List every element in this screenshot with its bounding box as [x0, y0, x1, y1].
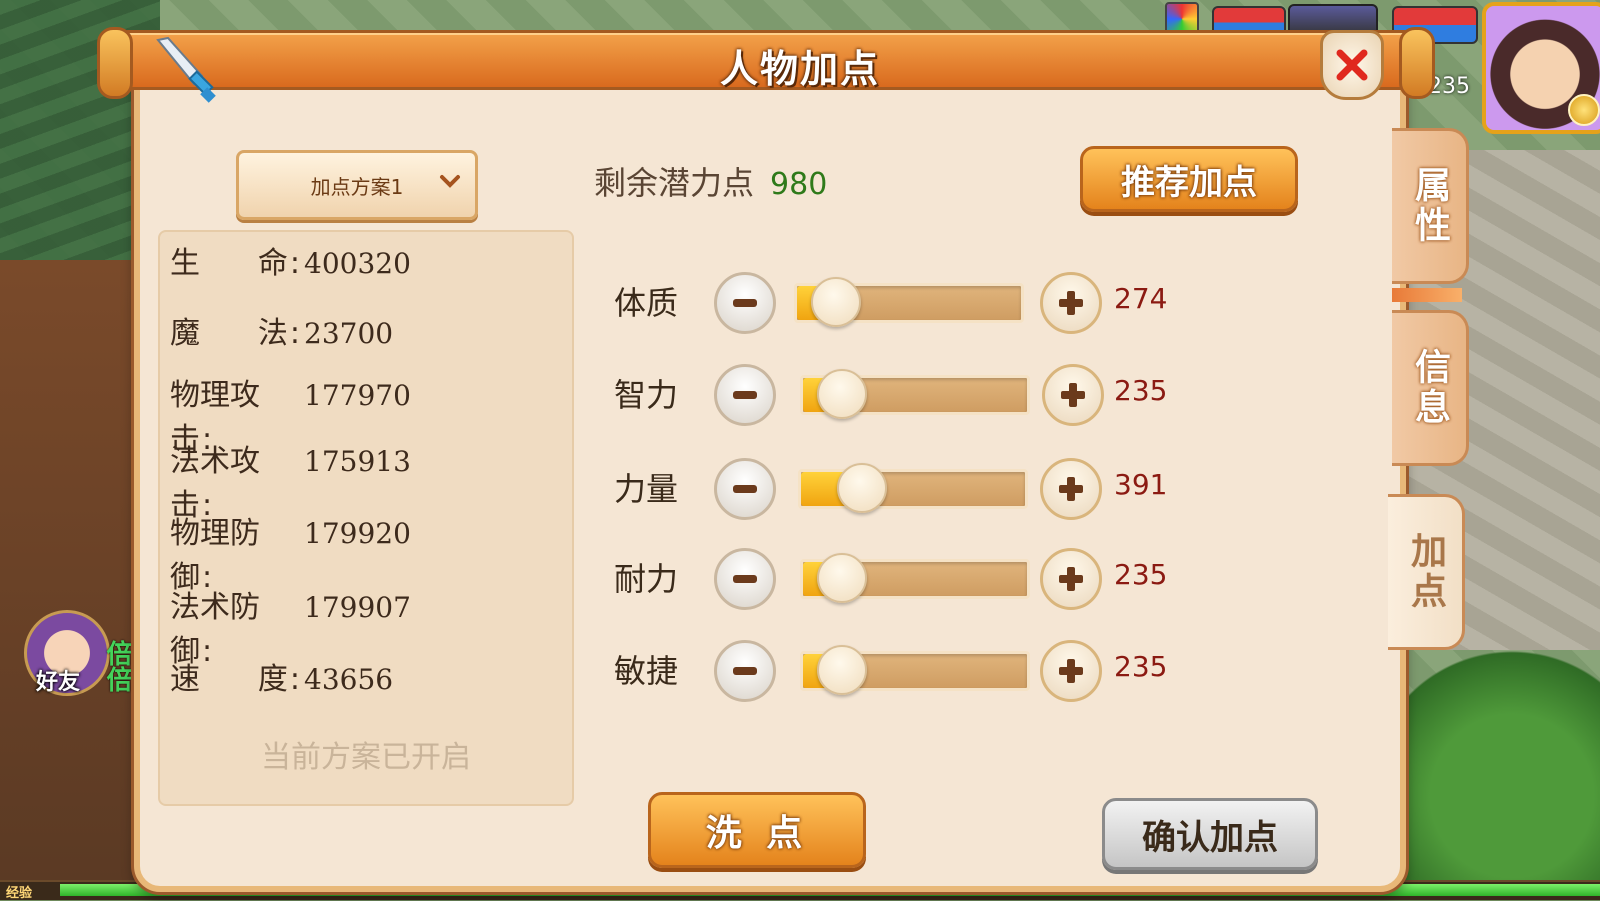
stat-row-speed: 速度: 43656 [170, 654, 393, 698]
attribute-value: 235 [1114, 650, 1168, 683]
stat-row-mp: 魔法: 23700 [170, 308, 393, 352]
plus-icon [1059, 567, 1083, 591]
attribute-value: 274 [1114, 282, 1168, 315]
potential-value: 980 [770, 167, 828, 202]
chevron-down-icon [440, 175, 460, 188]
exp-label: 经验 [6, 886, 33, 901]
stat-value: 177970 [304, 379, 411, 412]
increase-button[interactable] [1042, 364, 1104, 426]
close-icon [1336, 49, 1368, 81]
tab-label: 属性 [1409, 166, 1450, 246]
stat-label: 生命: [170, 246, 300, 281]
friend-label[interactable]: 好友 [36, 664, 80, 696]
attribute-value: 235 [1114, 374, 1168, 407]
reset-points-button[interactable]: 洗 点 [648, 792, 866, 868]
increase-button[interactable] [1040, 458, 1102, 520]
stat-value: 23700 [304, 317, 394, 350]
increase-button[interactable] [1040, 548, 1102, 610]
minus-icon [733, 299, 757, 307]
remaining-potential: 剩余潜力点 980 [594, 158, 827, 204]
slider-handle[interactable] [837, 463, 887, 513]
plus-icon [1061, 383, 1085, 407]
scene-building [0, 260, 140, 880]
tab-info[interactable]: 信息 [1392, 310, 1469, 466]
tab-add-points[interactable]: 加点 [1388, 494, 1465, 650]
attr-label: 智力 [614, 376, 679, 414]
increase-button[interactable] [1040, 272, 1102, 334]
attribute-slider[interactable] [800, 645, 1030, 695]
increase-button[interactable] [1040, 640, 1102, 702]
scheme-dropdown[interactable]: 加点方案1 [236, 150, 478, 220]
stat-label: 速度: [170, 662, 300, 697]
scheme-dropdown-label: 加点方案1 [310, 174, 404, 199]
potential-label: 剩余潜力点 [594, 164, 755, 202]
attribute-slider[interactable] [794, 277, 1024, 327]
slider-handle[interactable] [817, 553, 867, 603]
confirm-points-button[interactable]: 确认加点 [1102, 798, 1318, 870]
stat-value: 400320 [304, 247, 411, 280]
minus-icon [733, 391, 757, 399]
stats-panel: 生命: 400320 魔法: 23700 物理攻击: 177970 法术攻击: … [158, 230, 574, 806]
sword-icon [156, 36, 216, 103]
decrease-button[interactable] [714, 364, 776, 426]
minus-icon [733, 575, 757, 583]
tab-attributes[interactable]: 属性 [1392, 128, 1469, 284]
attr-label: 体质 [614, 284, 679, 322]
stat-value: 179907 [304, 591, 411, 624]
stat-value: 175913 [304, 445, 411, 478]
slider-handle[interactable] [811, 277, 861, 327]
minus-icon [733, 485, 757, 493]
tab-label: 信息 [1409, 348, 1450, 428]
plus-icon [1059, 291, 1083, 315]
stat-value: 179920 [304, 517, 411, 550]
scene-tree [1380, 640, 1600, 900]
plus-icon [1059, 659, 1083, 683]
decrease-button[interactable] [714, 640, 776, 702]
plus-icon [1059, 477, 1083, 501]
minus-icon [733, 667, 757, 675]
double-exp-label: 倍倍 [102, 640, 132, 692]
tab-label: 加点 [1405, 532, 1446, 612]
coin-icon [1568, 94, 1600, 126]
decrease-button[interactable] [714, 548, 776, 610]
slider-handle[interactable] [817, 369, 867, 419]
attr-label: 耐力 [614, 560, 679, 598]
decrease-button[interactable] [714, 458, 776, 520]
attribute-slider[interactable] [800, 553, 1030, 603]
tab-connector [1392, 288, 1462, 302]
attr-label: 敏捷 [614, 652, 679, 690]
attr-label: 力量 [614, 470, 679, 508]
recommend-button[interactable]: 推荐加点 [1080, 146, 1298, 212]
attribute-value: 391 [1114, 468, 1168, 501]
attribute-slider[interactable] [798, 463, 1028, 513]
stat-value: 43656 [304, 663, 394, 696]
attribute-value: 235 [1114, 558, 1168, 591]
stat-label: 魔法: [170, 316, 300, 351]
decrease-button[interactable] [714, 272, 776, 334]
scheme-status-text: 当前方案已开启 [261, 740, 471, 775]
stat-row-hp: 生命: 400320 [170, 238, 411, 282]
close-button[interactable] [1320, 30, 1384, 100]
slider-handle[interactable] [817, 645, 867, 695]
attribute-slider[interactable] [800, 369, 1030, 419]
